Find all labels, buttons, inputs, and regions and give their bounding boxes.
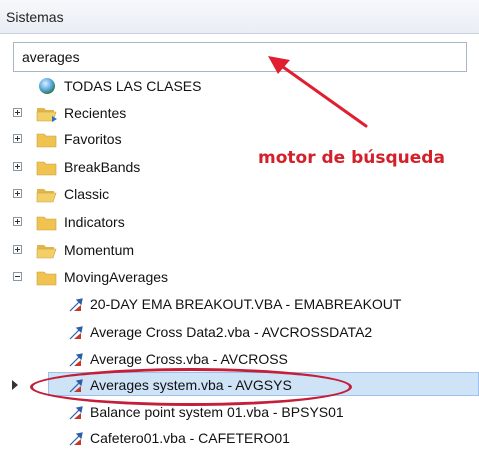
expander-plus-icon[interactable] [13,134,22,143]
expander-plus-icon[interactable] [13,108,22,117]
class-arrows-icon [69,406,83,420]
folder-open-icon [36,189,57,203]
tree-item-label: TODAS LAS CLASES [64,78,202,94]
folder-icon [36,216,57,231]
annotation-arrow-icon [268,56,368,128]
tree-folder-indicators[interactable]: Indicators [0,210,479,236]
globe-icon [39,78,55,94]
tree-folder-label: MovingAverages [64,269,169,285]
tree-item-label: Cafetero01.vba - CAFETERO01 [90,430,290,446]
tree-item[interactable]: Cafetero01.vba - CAFETERO01 [0,426,479,452]
tree-item-label: Average Cross.vba - AVCROSS [90,351,288,367]
tree-folder-label: Momentum [64,242,135,258]
expander-plus-icon[interactable] [13,162,22,171]
tree-folder-label: Favoritos [64,131,122,147]
class-arrows-icon [69,298,83,312]
tree-folder-movingaverages[interactable]: MovingAverages [0,265,479,291]
expander-minus-icon[interactable] [13,272,22,281]
expander-plus-icon[interactable] [13,217,22,226]
tree-folder-label: Classic [64,186,110,202]
tree-folder-label: Indicators [64,214,125,230]
tree-item-label: 20-DAY EMA BREAKOUT.VBA - EMABREAKOUT [90,296,402,312]
tree-folder-momentum[interactable]: Momentum [0,238,479,264]
folder-open-icon [36,245,57,259]
highlight-ellipse [30,368,352,406]
folder-icon [36,161,57,176]
panel-header: Sistemas [0,0,479,34]
expander-plus-icon[interactable] [13,189,22,198]
tree-item-all-classes[interactable]: TODAS LAS CLASES [0,74,479,100]
folder-icon [36,271,57,286]
expander-plus-icon[interactable] [13,245,22,254]
tree-item[interactable]: 20-DAY EMA BREAKOUT.VBA - EMABREAKOUT [0,292,479,318]
tree-item-label: Balance point system 01.vba - BPSYS01 [90,404,344,420]
annotation-label: motor de búsqueda [258,148,445,168]
class-arrows-icon [69,432,83,446]
tree-folder-classic[interactable]: Classic [0,182,479,208]
panel-title: Sistemas [6,9,64,25]
class-arrows-icon [69,353,83,367]
class-arrows-icon [69,326,83,340]
folder-open-icon [36,108,57,122]
tree-item-label: Average Cross Data2.vba - AVCROSSDATA2 [90,324,373,340]
tree-item[interactable]: Average Cross Data2.vba - AVCROSSDATA2 [0,320,479,346]
tree-folder-label: Recientes [64,105,127,121]
tree-folder-label: BreakBands [64,159,141,175]
search-input[interactable] [14,43,466,71]
search-box[interactable] [13,42,467,72]
folder-icon [36,133,57,148]
tree-folder-recientes[interactable]: Recientes [0,101,479,127]
